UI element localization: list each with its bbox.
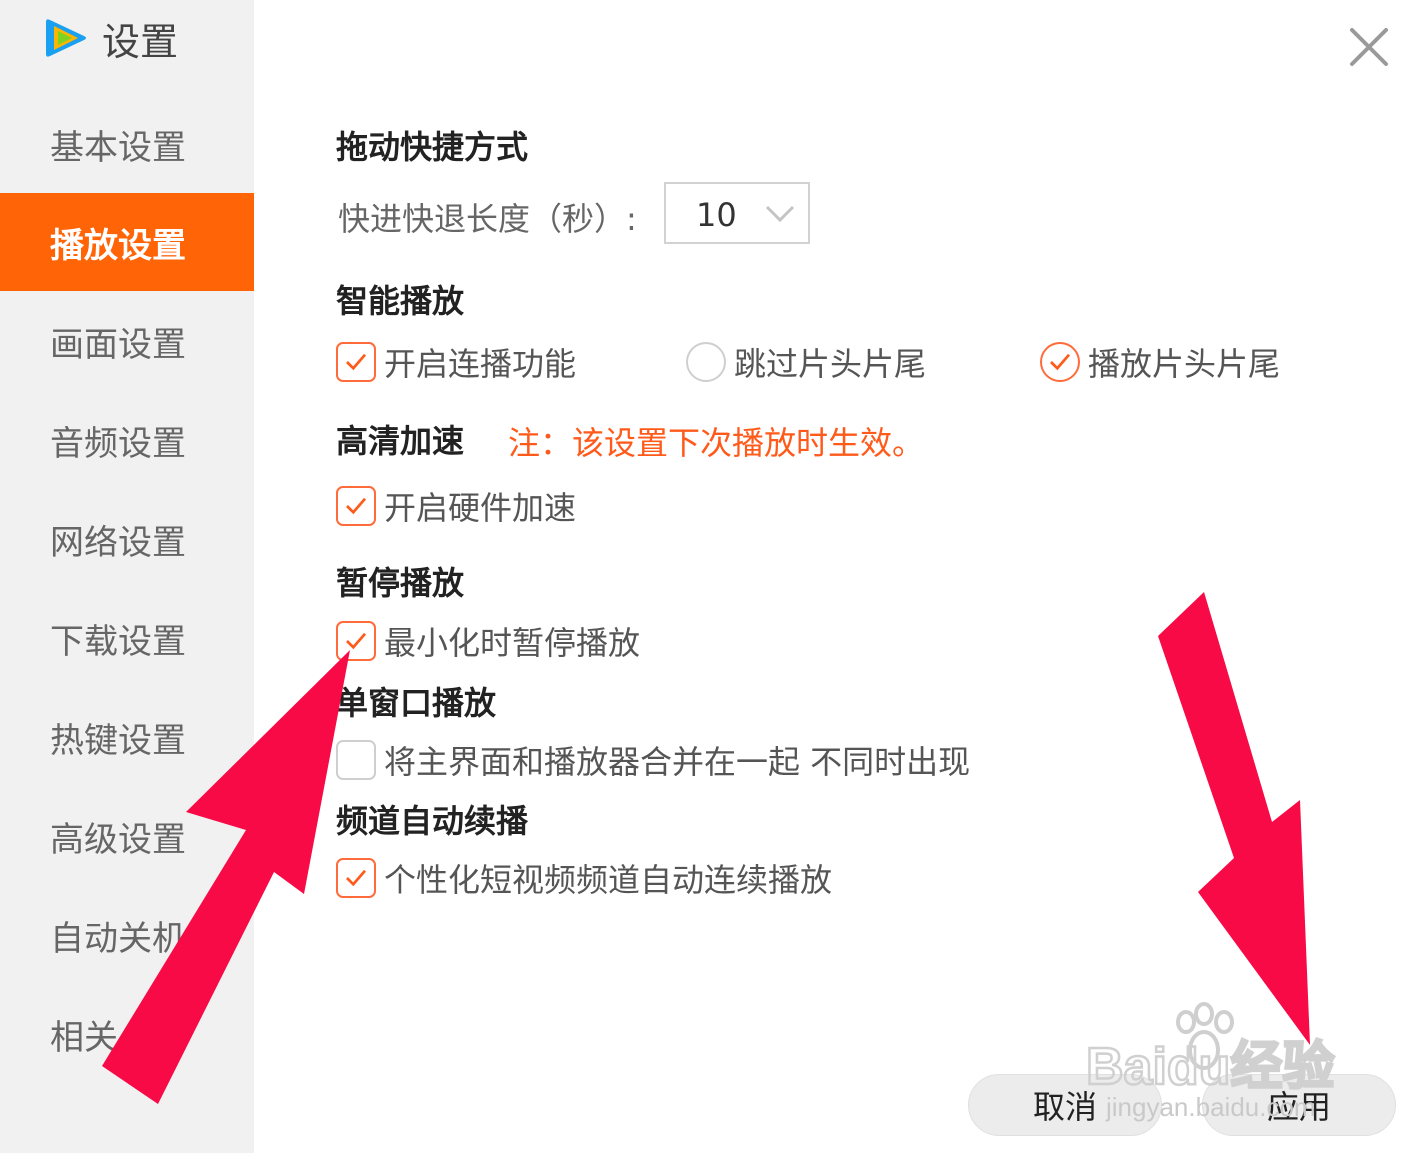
sidebar: 设置 基本设置 播放设置 画面设置 音频设置 网络设置 下载设置 热键设置 高级… [0, 0, 254, 1153]
merge-window-option[interactable]: 将主界面和播放器合并在一起 不同时出现 [336, 738, 970, 782]
check-icon [346, 353, 367, 371]
hardware-acceleration-label: 开启硬件加速 [384, 489, 577, 527]
section-title-hd-acceleration: 高清加速 [336, 422, 465, 460]
check-icon [346, 632, 367, 650]
continuous-play-checkbox[interactable] [336, 342, 376, 382]
check-icon [346, 497, 367, 515]
chevron-down-icon [765, 205, 795, 223]
sidebar-item-network[interactable]: 网络设置 [0, 490, 254, 588]
section-title-single-window: 单窗口播放 [336, 684, 497, 722]
merge-window-label: 将主界面和播放器合并在一起 不同时出现 [384, 743, 971, 781]
hardware-acceleration-option[interactable]: 开启硬件加速 [336, 484, 576, 528]
channel-autoplay-option[interactable]: 个性化短视频频道自动连续播放 [336, 856, 832, 900]
sidebar-item-playback[interactable]: 播放设置 [0, 193, 254, 291]
continuous-play-label: 开启连播功能 [384, 345, 577, 383]
sidebar-item-hotkeys[interactable]: 热键设置 [0, 688, 254, 786]
sidebar-item-about[interactable]: 相关 [0, 985, 254, 1083]
play-intro-label: 播放片头片尾 [1088, 345, 1281, 383]
seek-length-value: 10 [696, 196, 737, 234]
sidebar-item-picture[interactable]: 画面设置 [0, 292, 254, 390]
app-title: 设置 [44, 10, 178, 66]
tencent-video-logo-icon [46, 19, 86, 57]
minimize-pause-label: 最小化时暂停播放 [384, 624, 641, 662]
section-title-pause: 暂停播放 [336, 564, 465, 602]
hardware-acceleration-checkbox[interactable] [336, 486, 376, 526]
sidebar-item-audio[interactable]: 音频设置 [0, 391, 254, 489]
app-title-text: 设置 [102, 19, 179, 64]
minimize-pause-option[interactable]: 最小化时暂停播放 [336, 619, 640, 663]
watermark-brand: Baidu经验 [1086, 1038, 1334, 1096]
play-intro-radio[interactable] [1040, 342, 1080, 382]
sidebar-item-auto-shutdown[interactable]: 自动关机 [0, 886, 254, 984]
close-icon [1350, 28, 1388, 66]
continuous-play-option[interactable]: 开启连播功能 [336, 340, 576, 384]
section-title-drag: 拖动快捷方式 [336, 128, 529, 166]
skip-intro-radio[interactable] [686, 342, 726, 382]
channel-autoplay-checkbox[interactable] [336, 858, 376, 898]
sidebar-item-basic[interactable]: 基本设置 [0, 95, 254, 193]
baidu-watermark: Baidu经验 jingyan.baidu.com [1086, 1002, 1336, 1122]
section-title-channel-autoplay: 频道自动续播 [336, 802, 529, 840]
minimize-pause-checkbox[interactable] [336, 621, 376, 661]
skip-intro-option[interactable]: 跳过片头片尾 [686, 340, 926, 384]
seek-length-select[interactable]: 10 [664, 182, 810, 244]
seek-length-label: 快进快退长度（秒）: [338, 200, 637, 238]
check-icon [346, 869, 367, 887]
section-title-smart-play: 智能播放 [336, 282, 465, 320]
arrow-down-right-icon [1158, 592, 1310, 1045]
play-intro-option[interactable]: 播放片头片尾 [1040, 340, 1280, 384]
close-button[interactable] [1346, 24, 1392, 70]
sidebar-item-download[interactable]: 下载设置 [0, 589, 254, 687]
skip-intro-label: 跳过片头片尾 [734, 345, 927, 383]
sidebar-item-advanced[interactable]: 高级设置 [0, 787, 254, 885]
merge-window-checkbox[interactable] [336, 740, 376, 780]
hd-note: 注：该设置下次播放时生效。 [508, 424, 925, 462]
check-icon [1050, 353, 1071, 371]
channel-autoplay-label: 个性化短视频频道自动连续播放 [384, 861, 833, 899]
watermark-url: jingyan.baidu.com [1105, 1092, 1316, 1122]
